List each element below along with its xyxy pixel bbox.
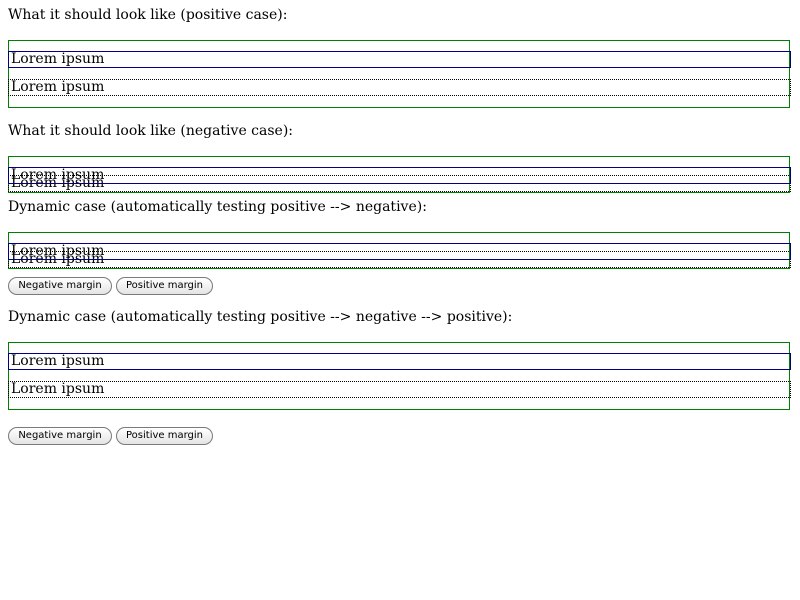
- negative-margin-button[interactable]: Negative margin: [8, 427, 112, 445]
- section-3-solid-line: Lorem ipsum: [8, 243, 791, 260]
- section-2-solid-line: Lorem ipsum: [8, 167, 791, 184]
- negative-margin-button[interactable]: Negative margin: [8, 277, 112, 295]
- section-4-dotted-line: Lorem ipsum: [8, 381, 791, 398]
- positive-margin-button[interactable]: Positive margin: [116, 277, 213, 295]
- section-1-dotted-line: Lorem ipsum: [8, 79, 791, 96]
- section-4-solid-line: Lorem ipsum: [8, 353, 791, 370]
- section-4-heading: Dynamic case (automatically testing posi…: [8, 309, 513, 325]
- section-1-solid-line: Lorem ipsum: [8, 51, 791, 68]
- positive-margin-button[interactable]: Positive margin: [116, 427, 213, 445]
- section-3-heading: Dynamic case (automatically testing posi…: [8, 199, 427, 215]
- section-2-heading: What it should look like (negative case)…: [8, 123, 294, 139]
- section-1-heading: What it should look like (positive case)…: [8, 7, 288, 23]
